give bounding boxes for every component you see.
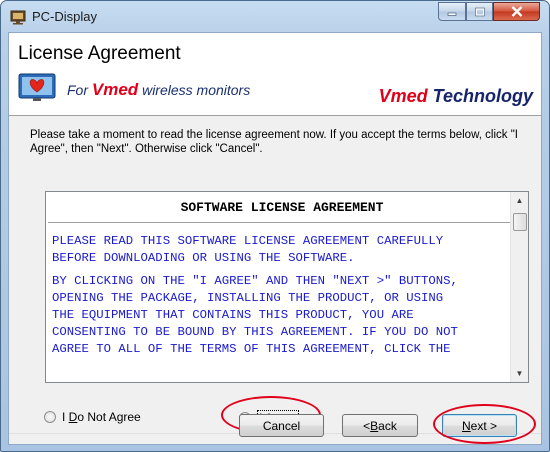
minimize-button[interactable] [438,2,466,21]
installer-window: PC-Display License Agreement For Vmed wi… [0,0,550,452]
license-content: SOFTWARE LICENSE AGREEMENT PLEASE READ T… [48,194,513,380]
subtitle-brand: Vmed [91,80,139,99]
dialog-client-area: License Agreement For Vmed wireless moni… [8,32,542,445]
license-heading: SOFTWARE LICENSE AGREEMENT [180,200,384,215]
radio-do-not-agree-label: I Do Not Agree [62,410,141,424]
maximize-button[interactable] [466,2,493,21]
title-bar[interactable]: PC-Display [1,1,549,33]
close-icon [511,6,522,17]
license-textbox[interactable]: SOFTWARE LICENSE AGREEMENT PLEASE READ T… [45,191,529,383]
intro-text: Please take a moment to read the license… [30,129,518,155]
scroll-up-arrow-icon[interactable]: ▲ [511,192,528,209]
license-paragraph: PLEASE READ THIS SOFTWARE LICENSE AGREEM… [52,234,444,265]
scroll-thumb[interactable] [513,213,527,231]
brand-logo-text: Vmed Technology [379,86,533,107]
next-button[interactable]: Next > [442,414,517,437]
cancel-button[interactable]: Cancel [239,414,324,437]
radio-do-not-agree[interactable]: I Do Not Agree [44,410,141,424]
brand-logo-red: Vmed [378,86,428,106]
brand-logo-blue: Technology [432,86,533,106]
monitor-heart-icon [18,73,56,101]
banner-header: License Agreement For Vmed wireless moni… [9,33,541,116]
maximize-icon [474,7,485,16]
radio-button-unchecked[interactable] [44,411,56,423]
subtitle-suffix: wireless monitors [142,82,251,98]
banner-subtitle: For Vmed wireless monitors [67,80,250,100]
close-button[interactable] [493,2,540,21]
license-paragraph: BY CLICKING ON THE "I AGREE" AND THEN "N… [52,274,458,356]
subtitle-prefix: For [67,82,88,98]
minimize-icon [447,12,457,16]
license-scrollbar[interactable]: ▲ ▼ [510,192,528,382]
license-divider [48,222,513,223]
app-icon [10,10,26,25]
scroll-down-arrow-icon[interactable]: ▼ [511,365,528,382]
window-title: PC-Display [32,9,98,24]
page-title: License Agreement [18,43,181,64]
back-button[interactable]: < Back [342,414,418,437]
